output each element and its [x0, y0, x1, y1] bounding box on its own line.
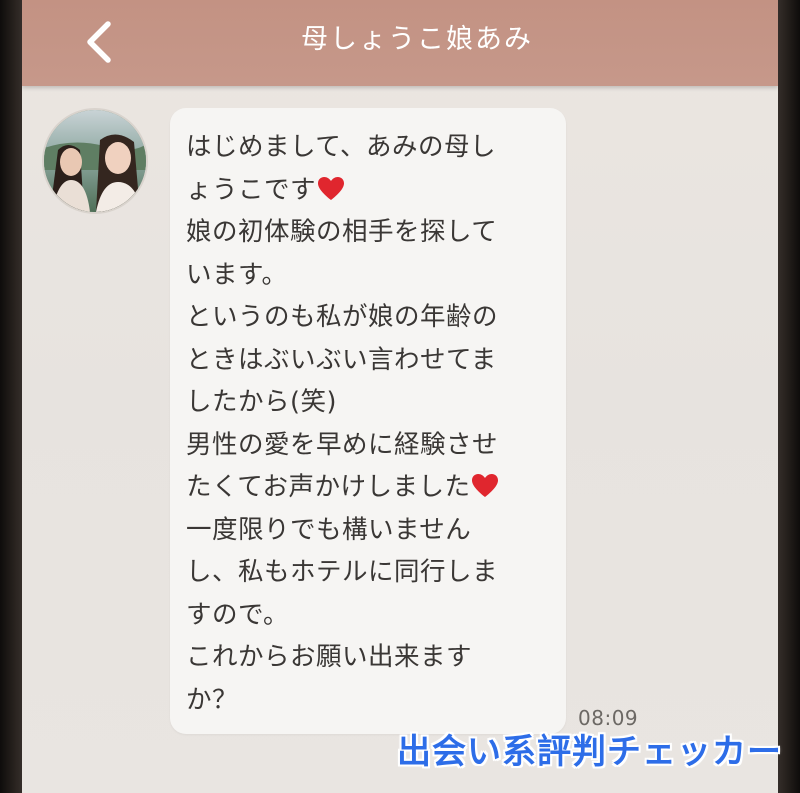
chat-header: 母しょうこ娘あみ [22, 0, 778, 86]
message-line: 一度限りでも構いません [186, 514, 472, 545]
message-line: すので。 [186, 599, 289, 630]
chevron-left-icon [87, 21, 111, 63]
message-line-text: ょうこです [186, 174, 317, 205]
message-line-text: たくてお声かけしました [186, 472, 471, 502]
message-line: います。 [186, 259, 288, 290]
message-line: したから(笑) [186, 387, 337, 417]
message-line: ょうこです [186, 169, 552, 212]
message-line: たくてお声かけしました [186, 466, 552, 509]
message-line: 娘の初体験の相手を探して [186, 217, 498, 247]
chat-title: 母しょうこ娘あみ [301, 24, 533, 55]
message-line: はじめまして、あみの母し [186, 132, 496, 162]
message-line: ときはぶいぶい言わせてま [186, 344, 497, 375]
message-line: し、私もホテルに同行しま [186, 557, 499, 587]
message-bubble: はじめまして、あみの母し ょうこです 娘の初体験の相手を探して います。 という… [170, 108, 566, 734]
back-button[interactable] [72, 14, 128, 70]
heart-icon [317, 176, 345, 202]
message-line: というのも私が娘の年齢の [186, 302, 499, 332]
heart-icon [471, 473, 499, 499]
avatar-photo [44, 110, 146, 212]
message-line: か？ [186, 684, 239, 715]
watermark-text: 出会い系評判チェッカー [397, 732, 782, 772]
message-line: 男性の愛を早めに経験させ [186, 429, 499, 460]
message-line: これからお願い出来ます [186, 642, 473, 672]
chat-screen: 母しょうこ娘あみ はじめまして、あみの母し ょうこです 娘の初体験の相手を探して… [22, 0, 778, 793]
avatar[interactable] [42, 108, 148, 214]
